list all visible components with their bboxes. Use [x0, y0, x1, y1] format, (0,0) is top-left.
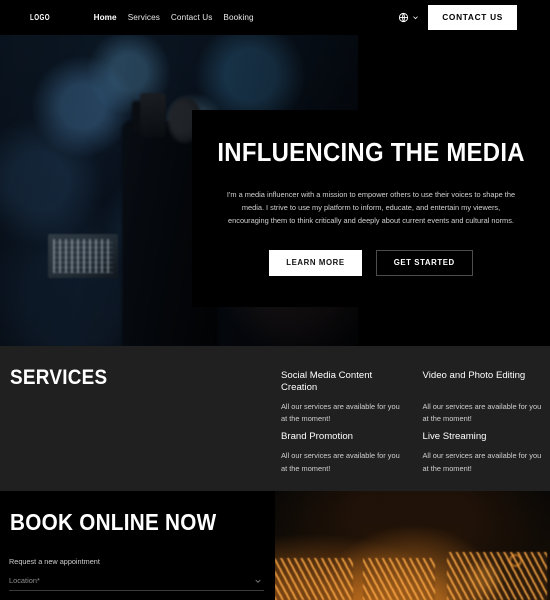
- light-slat-shape: [363, 558, 435, 600]
- light-slat-shape: [447, 552, 547, 600]
- service-description: All our services are available for you a…: [422, 401, 542, 424]
- main-navigation: Home Services Contact Us Booking: [94, 13, 254, 22]
- chevron-down-icon: [255, 579, 261, 583]
- booking-form-panel: BOOK ONLINE NOW Request a new appointmen…: [0, 491, 275, 600]
- hero-description: I'm a media influencer with a mission to…: [226, 190, 516, 225]
- booking-background-image: [275, 491, 550, 600]
- nav-item-contact-us[interactable]: Contact Us: [171, 13, 213, 22]
- service-item: All our services are available for you a…: [281, 444, 402, 481]
- service-item: Social Media Content Creation: [281, 370, 402, 395]
- booking-title: BOOK ONLINE NOW: [10, 509, 217, 535]
- service-description: All our services are available for you a…: [281, 401, 400, 424]
- service-name: Brand Promotion: [281, 431, 353, 443]
- service-item: All our services are available for you a…: [281, 395, 402, 432]
- service-description: All our services are available for you a…: [281, 450, 400, 473]
- light-glow-shape: [509, 554, 522, 567]
- nav-item-booking[interactable]: Booking: [223, 13, 253, 22]
- service-item: Live Streaming: [423, 431, 544, 443]
- services-section: SERVICES Social Media Content Creation V…: [0, 346, 550, 491]
- header-actions: CONTACT US: [398, 5, 517, 30]
- contact-us-button[interactable]: CONTACT US: [428, 5, 517, 30]
- service-description: All our services are available for you a…: [422, 450, 542, 473]
- hero-content-card: INFLUENCING THE MEDIA I'm a media influe…: [192, 110, 550, 307]
- site-header: LOGO Home Services Contact Us Booking CO…: [0, 0, 550, 35]
- service-item: Brand Promotion: [281, 431, 402, 443]
- light-slat-shape: [275, 558, 353, 600]
- nav-item-services[interactable]: Services: [128, 13, 160, 22]
- service-name: Live Streaming: [422, 431, 487, 443]
- site-logo[interactable]: LOGO: [30, 13, 50, 22]
- service-item: All our services are available for you a…: [423, 395, 544, 432]
- service-name: Video and Photo Editing: [422, 370, 526, 381]
- nav-item-home[interactable]: Home: [94, 13, 117, 22]
- language-selector[interactable]: [398, 12, 419, 23]
- learn-more-button[interactable]: LEARN MORE: [269, 249, 362, 276]
- booking-subtitle: Request a new appointment: [9, 557, 100, 566]
- service-name: Social Media Content Creation: [281, 370, 373, 394]
- page-root: LOGO Home Services Contact Us Booking CO…: [0, 0, 550, 600]
- chevron-down-icon: [413, 16, 419, 20]
- hero-section: INFLUENCING THE MEDIA I'm a media influe…: [0, 35, 550, 346]
- hero-button-group: LEARN MORE GET STARTED: [269, 249, 473, 276]
- services-grid: Social Media Content Creation Video and …: [281, 370, 543, 481]
- booking-section: BOOK ONLINE NOW Request a new appointmen…: [0, 491, 550, 600]
- services-title: SERVICES: [10, 366, 108, 389]
- location-select-label: Location*: [9, 576, 40, 585]
- globe-icon: [399, 12, 409, 23]
- service-item: Video and Photo Editing: [423, 370, 544, 395]
- get-started-button[interactable]: GET STARTED: [375, 249, 473, 276]
- service-item: All our services are available for you a…: [423, 444, 544, 481]
- hero-title: INFLUENCING THE MEDIA: [217, 137, 525, 167]
- location-select[interactable]: Location*: [9, 571, 264, 591]
